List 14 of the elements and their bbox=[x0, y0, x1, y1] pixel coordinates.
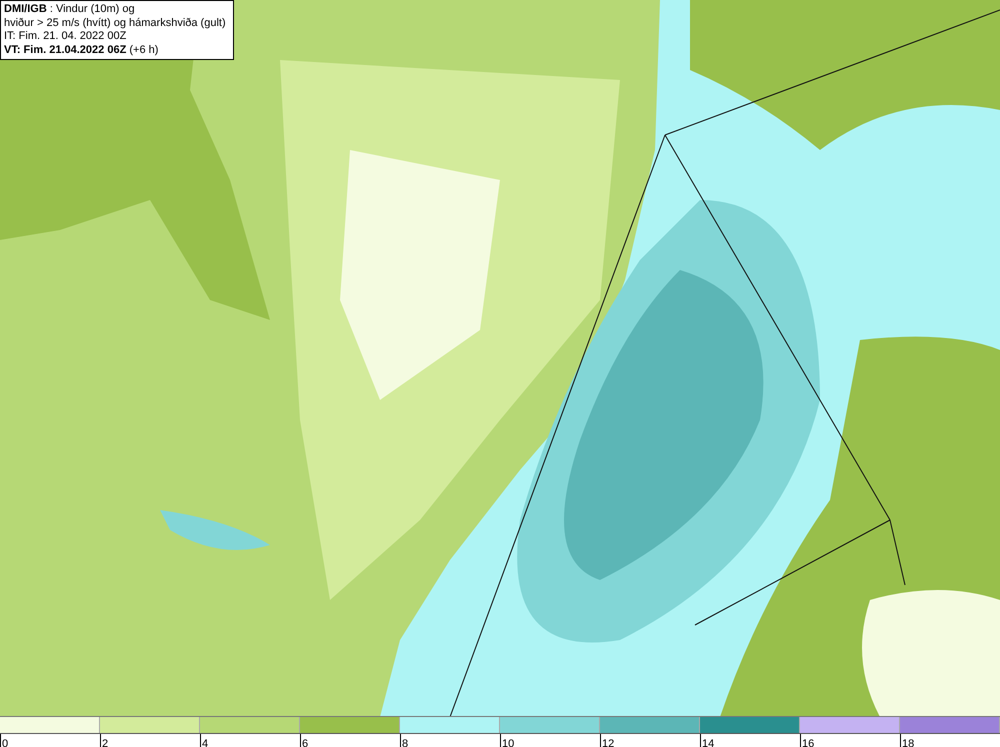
scale-label: 2 bbox=[102, 738, 108, 747]
scale-label: 8 bbox=[402, 738, 408, 747]
info-text: hviður > 25 m/s (hvítt) og hámarkshviða (gult) bbox=[4, 16, 227, 30]
info-text: DMI/IGB : Vindur (10m) og bbox=[4, 3, 136, 16]
scale-label: 10 bbox=[502, 738, 514, 747]
info-text: IT: Fim. 21. 04. 2022 00Z bbox=[4, 30, 128, 44]
scale-label: 12 bbox=[602, 738, 614, 747]
scale-label: 0 bbox=[2, 738, 8, 747]
scale-label: 14 bbox=[702, 738, 714, 747]
scale-label: 6 bbox=[302, 738, 308, 747]
scale-label: 18 bbox=[902, 738, 914, 747]
scale-label: 16 bbox=[802, 738, 814, 747]
scale-label: 4 bbox=[202, 738, 208, 747]
info-text: VT: Fim. 21.04.2022 06Z (+6 h) bbox=[4, 44, 160, 57]
